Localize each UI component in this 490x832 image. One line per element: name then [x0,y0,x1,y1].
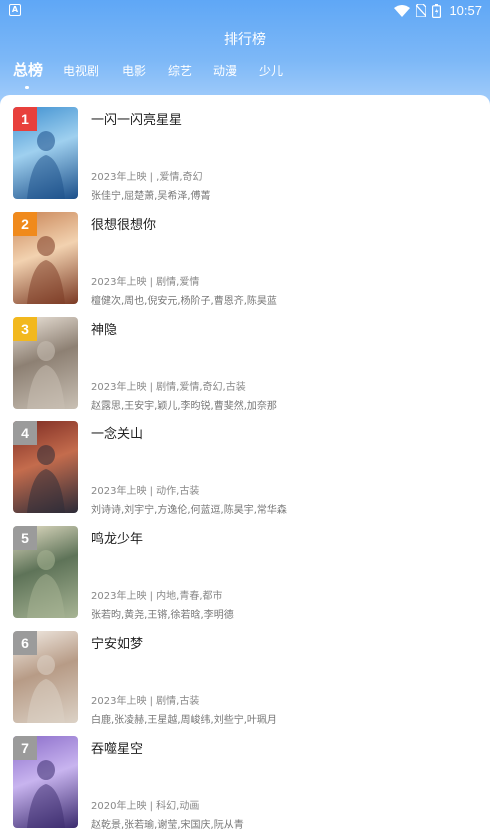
item-title[interactable]: 一念关山 [91,423,143,442]
status-icons: 10:57 [394,3,482,18]
item-title[interactable]: 吞噬星空 [91,738,143,757]
rank-badge: 6 [13,631,37,655]
item-meta: 2023年上映 | 剧情,爱情,奇幻,古装 [91,381,246,393]
item-meta: 2023年上映 | 动作,古装 [91,486,200,498]
tab-kids[interactable]: 少儿 [259,62,283,79]
item-meta: 2020年上映 | 科幻,动画 [91,800,200,812]
poster-image[interactable]: 4 [13,421,78,514]
ranking-list: 1 一闪一闪亮星星 2023年上映 | ,爱情,奇幻 张佳宁,屈楚萧,吴希泽,傅菁 2 很… [0,95,490,832]
page-title: 排行榜 [224,32,266,48]
rank-badge: 5 [13,526,37,551]
status-bar: A 10:57 [0,0,490,22]
rank-badge: 1 [13,107,37,131]
poster-image[interactable]: 7 [13,735,78,828]
rank-badge: 4 [13,421,37,446]
list-item[interactable]: 6 宁安如梦 2023年上映 | 剧情,古装 白鹿,张凌赫,王星越,周峻纬,刘些宁,叶… [0,619,490,726]
rank-badge: 2 [13,211,37,236]
item-meta: 2023年上映 | 剧情,爱情 [91,276,200,288]
item-title[interactable]: 很想很想你 [91,214,156,233]
item-cast: 赵乾景,张若瑜,谢莹,宋国庆,阮从青 [91,819,244,831]
poster-image[interactable]: 6 [13,631,78,723]
clock: 10:57 [449,3,482,18]
item-title[interactable]: 一闪一闪亮星星 [91,109,182,128]
item-meta: 2023年上映 | ,爱情,奇幻 [91,172,203,183]
battery-icon [432,3,442,18]
poster-image[interactable]: 3 [13,316,78,409]
item-meta: 2023年上映 | 剧情,古装 [91,696,200,707]
no-sim-icon [416,4,427,17]
poster-image[interactable]: 1 [13,107,78,199]
list-item[interactable]: 1 一闪一闪亮星星 2023年上映 | ,爱情,奇幻 张佳宁,屈楚萧,吴希泽,傅菁 [0,95,490,202]
item-title[interactable]: 鸣龙少年 [91,528,143,547]
item-meta: 2023年上映 | 内地,青春,都市 [91,591,223,603]
list-item[interactable]: 2 很想很想你 2023年上映 | 剧情,爱情 檀健次,周也,倪安元,杨阶子,曹恩齐,… [0,200,490,307]
rank-badge: 3 [13,316,37,341]
wifi-icon [394,4,411,17]
list-item[interactable]: 5 鸣龙少年 2023年上映 | 内地,青春,都市 张若昀,黄尧,王锵,徐若晗,李明德 [0,514,490,621]
tab-movies[interactable]: 电影 [122,62,146,79]
tab-anime[interactable]: 动漫 [213,62,237,79]
poster-image[interactable]: 5 [13,526,78,619]
app-notification-icon: A [9,4,21,16]
list-item[interactable]: 3 神隐 2023年上映 | 剧情,爱情,奇幻,古装 赵露思,王安宇,颖儿,李昀锐,曹… [0,305,490,412]
poster-image[interactable]: 2 [13,211,78,304]
tab-all[interactable]: 总榜 [13,59,43,80]
active-tab-indicator [25,86,29,89]
item-title[interactable]: 神隐 [91,319,117,338]
tab-tv-series[interactable]: 电视剧 [63,62,99,79]
tab-variety[interactable]: 综艺 [168,62,192,79]
item-title[interactable]: 宁安如梦 [91,633,143,652]
rank-badge: 7 [13,735,37,760]
list-item[interactable]: 7 吞噬星空 2020年上映 | 科幻,动画赵乾景,张若瑜,谢莹,宋国庆,阮从青 [0,724,490,831]
list-item[interactable]: 4 一念关山 2023年上映 | 动作,古装 刘诗诗,刘宇宁,方逸伦,何蓝逗,陈昊宇,… [0,409,490,516]
header: A 10:57 排行榜 总榜 电视剧 电影 综艺 动漫 少儿 [0,0,490,110]
